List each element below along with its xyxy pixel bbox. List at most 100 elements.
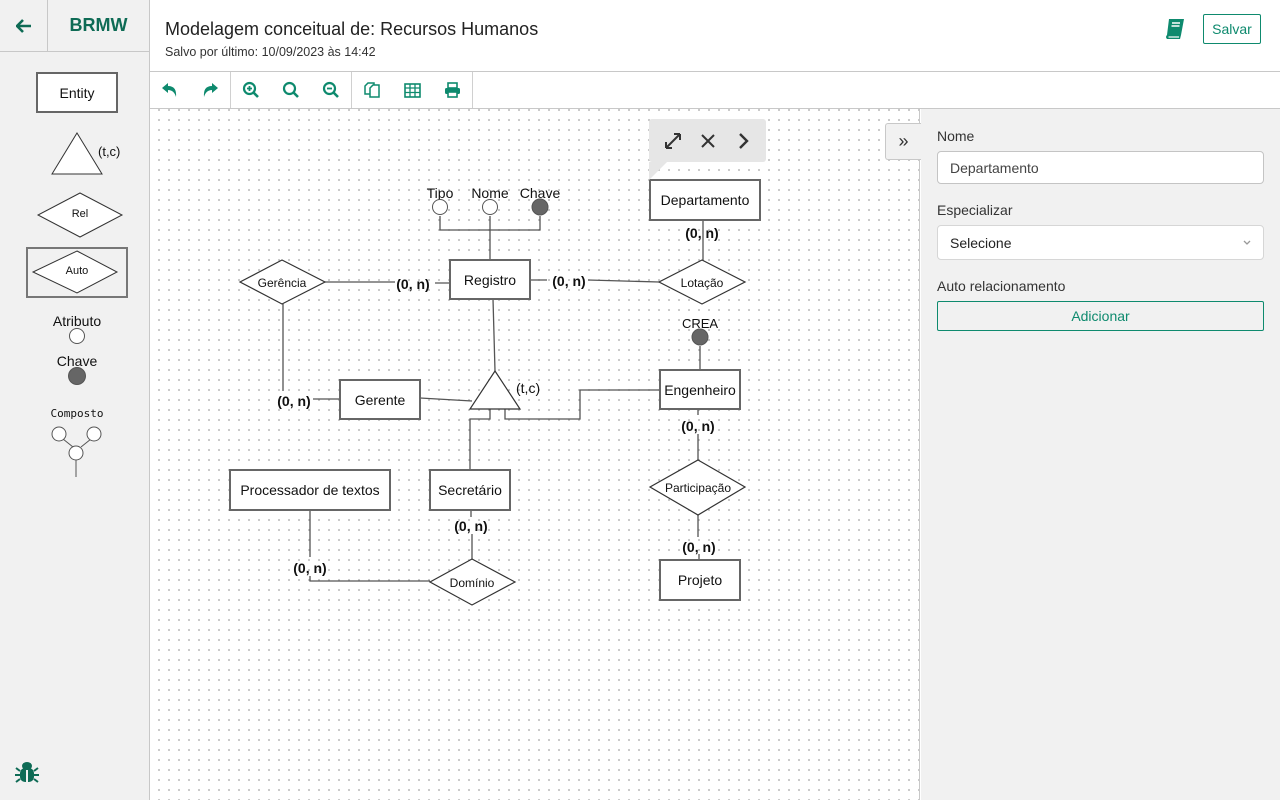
attribute-crea[interactable]: CREA [682,316,718,346]
specialize-select[interactable]: Selecione [937,225,1264,260]
diagram-svg: Tipo Nome Chave CREA Departamento Regist… [229,179,761,606]
specialize-label: Especializar [937,202,1013,218]
bug-icon [15,762,39,783]
entity-label: Engenheiro [664,382,736,398]
cardinality-label: (0, n) [682,539,715,555]
composite-attribute-icon [51,426,102,477]
entity-registro[interactable]: Registro [449,259,531,300]
collapse-panel-button[interactable]: » [885,123,921,160]
undo-icon [162,83,177,97]
cardinality-label: (0, n) [277,393,310,409]
relationship-dominio[interactable]: Domínio [428,558,517,606]
table-view-button[interactable] [392,72,432,108]
palette-specialization[interactable]: (t,c) [50,132,130,176]
print-icon [444,82,460,98]
entity-processador-de-textos[interactable]: Processador de textos [229,469,391,511]
diagram-canvas[interactable]: Tipo Nome Chave CREA Departamento Regist… [150,109,920,800]
zoom-in-icon [242,81,259,98]
zoom-reset-button[interactable] [271,72,311,108]
palette-relationship[interactable]: Rel [36,192,124,238]
last-saved-status: Salvo por último: 10/09/2023 às 14:42 [165,45,376,59]
relationship-label: Participação [665,481,731,495]
palette-entity-label: Entity [59,84,95,101]
name-label: Nome [937,128,975,144]
gerencia-gerente-line [282,304,340,400]
palette-composite[interactable]: Composto [40,407,114,479]
entity-secretario[interactable]: Secretário [429,469,511,511]
palette-self-relationship-label: Auto [65,265,89,277]
attribute-connector [439,216,541,265]
key-circle-icon [68,367,86,385]
attribute-nome[interactable]: Nome [471,185,509,215]
brand-logo: BRMW [48,0,149,52]
entity-label: Projeto [678,572,723,588]
delete-button[interactable] [694,127,722,155]
relationship-participacao[interactable]: Participação [648,459,747,516]
more-button[interactable] [729,127,757,155]
chevron-right-icon [738,132,749,149]
entity-label: Departamento [661,192,750,208]
entity-gerente[interactable]: Gerente [339,379,421,420]
cardinality-label: (0, n) [293,560,326,576]
documentation-button[interactable] [1164,18,1188,42]
name-input[interactable] [937,151,1264,184]
relationship-lotacao[interactable]: Lotação [657,259,747,305]
palette-attribute[interactable]: Atributo [40,313,114,345]
registro-lotacao-line [530,279,660,283]
processador-dominio-line [309,510,430,582]
double-chevron-right-icon: » [898,131,909,151]
page-title: Modelagem conceitual de: Recursos Humano… [165,19,539,39]
palette-key[interactable]: Chave [40,353,114,385]
export-group [352,72,473,108]
cardinality-label: (0, n) [552,273,585,289]
undo-button[interactable] [150,72,190,108]
cardinality-label: (0, n) [454,518,487,534]
attribute-label: Nome [471,185,509,201]
entity-label: Processador de textos [240,482,379,498]
relationship-label: Domínio [450,576,495,590]
specialization-label: (t,c) [516,380,540,396]
resize-button[interactable] [659,127,687,155]
element-palette: BRMW Entity (t,c) Rel Auto Atributo Chav… [0,0,150,800]
registro-gerencia-line [325,281,450,284]
entity-departamento[interactable]: Departamento [649,179,761,221]
save-button[interactable]: Salvar [1203,14,1261,44]
registro-specialization-line [492,298,496,372]
palette-composite-label: Composto [50,407,104,420]
expand-icon [664,132,681,149]
back-button[interactable] [0,0,48,52]
properties-panel: Nome Especializar Selecione Auto relacio… [921,109,1280,800]
add-self-relationship-button[interactable]: Adicionar [937,301,1264,331]
specialize-select-value: Selecione [950,234,1012,251]
attribute-chave[interactable]: Chave [520,185,561,216]
specialization-triangle[interactable]: (t,c) [468,369,540,410]
attribute-label: Tipo [427,185,454,201]
palette-specialization-label: (t,c) [98,144,121,159]
duplicate-button[interactable] [352,72,392,108]
entity-engenheiro[interactable]: Engenheiro [659,369,741,410]
palette-self-relationship[interactable]: Auto [26,247,128,298]
palette-relationship-label: Rel [71,208,89,220]
attribute-circle-icon [69,328,85,344]
palette-entity[interactable]: Entity [36,72,118,113]
relationship-gerencia[interactable]: Gerência [238,259,327,305]
close-icon [700,133,715,148]
print-button[interactable] [432,72,472,108]
zoom-out-button[interactable] [311,72,351,108]
gerente-specialization-line [419,397,473,402]
entity-projeto[interactable]: Projeto [659,559,741,601]
entity-label: Registro [464,272,516,288]
page-header: Modelagem conceitual de: Recursos Humano… [150,0,1280,72]
redo-button[interactable] [190,72,230,108]
triangle-icon [51,132,103,175]
relationship-label: Lotação [681,276,724,290]
diagram-toolbar [150,72,1280,109]
cardinality-label: (0, n) [681,418,714,434]
attribute-tipo[interactable]: Tipo [427,185,454,215]
history-group [150,72,231,108]
table-icon [403,82,421,98]
zoom-in-button[interactable] [231,72,271,108]
zoom-group [231,72,352,108]
zoom-out-icon [322,81,339,98]
report-bug-button[interactable] [14,759,40,785]
